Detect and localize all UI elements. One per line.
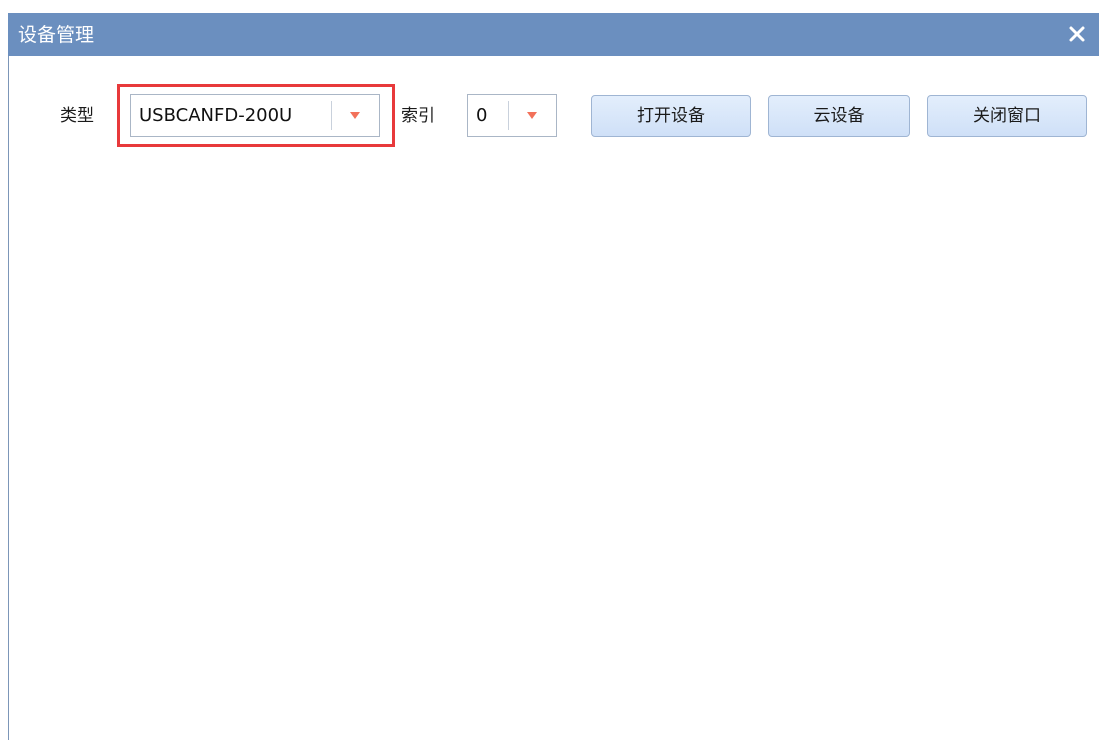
combo-divider	[331, 101, 332, 130]
close-window-button[interactable]: 关闭窗口	[927, 95, 1087, 137]
dropdown-arrow-icon[interactable]	[527, 112, 537, 119]
device-index-select[interactable]: 0	[467, 94, 557, 137]
device-index-value: 0	[476, 105, 488, 126]
title-bar: 设备管理	[8, 13, 1099, 56]
open-device-button[interactable]: 打开设备	[591, 95, 751, 137]
device-type-select[interactable]: USBCANFD-200U	[130, 94, 380, 137]
window-title: 设备管理	[18, 24, 95, 46]
window-border	[8, 56, 9, 740]
index-label: 索引	[401, 106, 435, 126]
combo-divider	[508, 101, 509, 130]
close-icon[interactable]	[1067, 23, 1087, 45]
device-manager-window: 设备管理 类型 USBCANFD-200U 索引 0 打开设备 云设备 关闭窗口	[0, 0, 1099, 740]
type-label: 类型	[60, 106, 94, 126]
device-type-value: USBCANFD-200U	[139, 105, 293, 126]
dropdown-arrow-icon[interactable]	[350, 112, 360, 119]
cloud-device-button[interactable]: 云设备	[768, 95, 910, 137]
